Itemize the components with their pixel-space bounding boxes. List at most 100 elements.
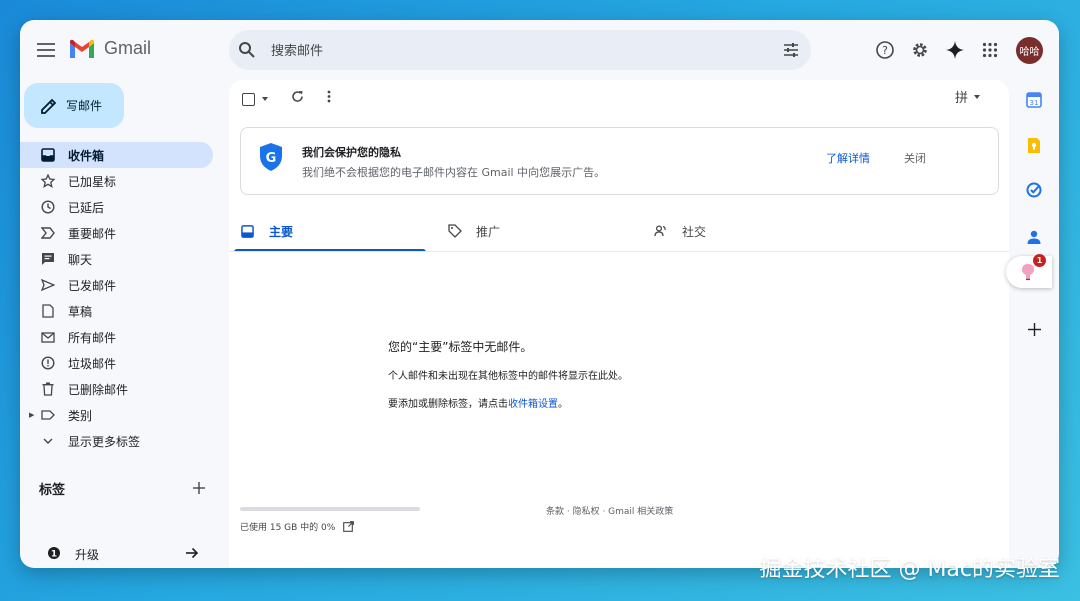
tasks-icon (1026, 182, 1042, 198)
close-promo-button[interactable]: 关闭 (904, 150, 926, 166)
sidebar-item-more[interactable]: 显示更多标签 (20, 428, 213, 454)
app-name: Gmail (104, 38, 152, 58)
settings-button[interactable] (908, 38, 932, 62)
storage-usage: 已使用 15 GB 中的 0% (240, 520, 355, 533)
label-icon (38, 409, 58, 421)
refresh-button[interactable] (287, 86, 307, 106)
empty-line1: 个人邮件和未出现在其他标签中的邮件将显示在此处。 (388, 371, 628, 382)
avatar[interactable]: 哈哈 (1016, 37, 1043, 64)
pencil-icon (41, 98, 57, 114)
sidebar-item-sent[interactable]: 已发邮件 (20, 272, 213, 298)
sidebar-item-inbox[interactable]: 收件箱 (20, 142, 213, 168)
calendar-icon: 31 (1026, 92, 1042, 108)
sidebar-item-trash[interactable]: 已删除邮件 (20, 376, 213, 402)
get-addons-button[interactable] (1022, 317, 1046, 341)
labels-heading: 标签 (39, 483, 66, 498)
add-label-button[interactable] (188, 477, 210, 499)
input-method-selector[interactable]: 拼 (955, 87, 981, 106)
sidebar-item-label: 垃圾邮件 (68, 356, 117, 371)
arrow-right-icon (186, 547, 199, 559)
help-icon: ? (876, 41, 894, 59)
trash-icon (38, 382, 58, 396)
storage-bar (240, 507, 420, 511)
search-options-icon[interactable] (783, 42, 799, 58)
gear-icon (913, 43, 927, 57)
tasks-app-button[interactable] (1022, 178, 1046, 202)
caret-down-icon (974, 94, 981, 99)
expand-arrow-icon[interactable]: ▶ (29, 411, 34, 419)
sidebar-item-chat[interactable]: 聊天 (20, 246, 213, 272)
tab-promotions[interactable]: 推广 (437, 211, 637, 251)
open-external-icon[interactable] (343, 521, 355, 532)
contacts-icon (1027, 230, 1041, 244)
footer-links[interactable]: 条款 · 隐私权 · Gmail 相关政策 (546, 504, 673, 517)
important-icon (38, 227, 58, 239)
notification-badge: 1 (1033, 254, 1046, 267)
badge-count: 1 (1036, 256, 1043, 265)
search-input[interactable] (269, 30, 753, 72)
keep-app-button[interactable] (1022, 133, 1046, 157)
apps-grid-icon (982, 42, 998, 58)
checkbox-icon (242, 92, 255, 106)
plus-icon (193, 482, 205, 494)
sidebar-item-label: 已加星标 (68, 174, 117, 189)
sidebar-item-label: 聊天 (68, 252, 93, 267)
select-all-checkbox[interactable] (242, 90, 276, 108)
empty-title: 您的“主要”标签中无邮件。 (388, 340, 533, 354)
inbox-icon (241, 224, 254, 238)
addon-button[interactable]: 1 (1006, 254, 1052, 288)
shield-g-icon: G (260, 143, 282, 171)
help-button[interactable]: ? (873, 38, 897, 62)
send-icon (38, 279, 58, 291)
gmail-window: Gmail ? 哈哈 写邮件 收件箱 已加星标 (20, 20, 1059, 568)
star-icon (38, 174, 58, 188)
contacts-app-button[interactable] (1022, 225, 1046, 249)
right-side-panel: 31 1 (1006, 80, 1059, 568)
svg-text:?: ? (882, 44, 888, 57)
upgrade-icon: 1 (48, 547, 60, 560)
empty-line2-prefix: 要添加或删除标签，请点击 (388, 399, 508, 410)
more-options-button[interactable] (319, 86, 339, 106)
caret-down-icon (262, 97, 268, 101)
main-panel: 拼 G 我们会保护您的隐私 我们绝不会根据您的电子邮件内容在 Gmail 中向您… (229, 80, 1009, 568)
sidebar-item-all-mail[interactable]: 所有邮件 (20, 324, 213, 350)
menu-icon (37, 43, 55, 57)
tab-label: 社交 (682, 224, 707, 239)
calendar-app-button[interactable]: 31 (1022, 88, 1046, 112)
main-menu-button[interactable] (32, 36, 60, 64)
sidebar-item-label: 显示更多标签 (68, 434, 141, 449)
gmail-logo[interactable]: Gmail (69, 38, 151, 59)
learn-more-link[interactable]: 了解详情 (826, 150, 870, 166)
gemini-button[interactable] (943, 38, 967, 62)
privacy-promo-card: G 我们会保护您的隐私 我们绝不会根据您的电子邮件内容在 Gmail 中向您展示… (240, 127, 999, 195)
sidebar-item-starred[interactable]: 已加星标 (20, 168, 213, 194)
promo-title: 我们会保护您的隐私 (302, 146, 401, 159)
svg-text:G: G (266, 151, 277, 166)
inbox-settings-link[interactable]: 收件箱设置 (508, 399, 558, 410)
svg-text:1: 1 (51, 550, 57, 560)
upgrade-row[interactable]: 1 升级 (20, 538, 220, 568)
sidebar-item-label: 类别 (68, 408, 93, 423)
tab-social[interactable]: 社交 (647, 211, 847, 251)
sidebar-item-snoozed[interactable]: 已延后 (20, 194, 213, 220)
chevron-down-icon (38, 438, 58, 444)
sidebar-item-label: 所有邮件 (68, 330, 117, 345)
sidebar-item-label: 收件箱 (68, 148, 105, 163)
sidebar-item-drafts[interactable]: 草稿 (20, 298, 213, 324)
sidebar-item-spam[interactable]: 垃圾邮件 (20, 350, 213, 376)
refresh-icon (291, 90, 303, 102)
sidebar-item-important[interactable]: 重要邮件 (20, 220, 213, 246)
draft-icon (38, 304, 58, 318)
inbox-icon (38, 148, 58, 162)
apps-button[interactable] (978, 38, 1002, 62)
compose-button[interactable]: 写邮件 (24, 83, 124, 128)
search-icon[interactable] (238, 41, 256, 59)
sidebar-item-label: 草稿 (68, 304, 93, 319)
tab-primary[interactable]: 主要 (229, 211, 421, 251)
promo-body: 我们绝不会根据您的电子邮件内容在 Gmail 中向您展示广告。 (302, 166, 606, 179)
sidebar-item-categories[interactable]: ▶ 类别 (20, 402, 213, 428)
sidebar-item-label: 已删除邮件 (68, 382, 129, 397)
search-bar[interactable] (229, 30, 811, 72)
empty-line2-suffix: 。 (558, 399, 568, 410)
avatar-text: 哈哈 (1019, 47, 1040, 58)
